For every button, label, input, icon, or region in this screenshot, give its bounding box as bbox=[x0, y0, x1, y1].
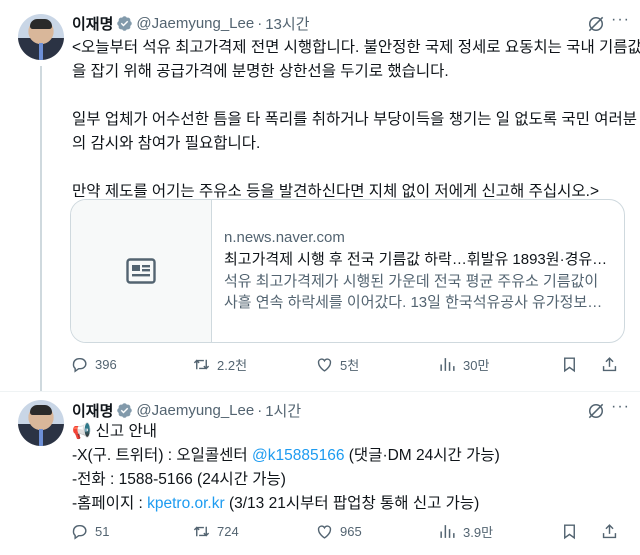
view-count: 3.9만 bbox=[463, 524, 494, 540]
more-options-icon[interactable]: ··· bbox=[611, 11, 630, 29]
text-line: -X(구. 트위터) : 오일콜센터 @k15885166 (댓글·DM 24시… bbox=[72, 444, 628, 468]
card-description-line: 석유 최고가격제가 시행된 가운데 전국 평균 주유소 기름값이 bbox=[224, 273, 599, 290]
x-contact-label: -X(구. 트위터) : 오일콜센터 bbox=[72, 447, 253, 464]
more-options-icon[interactable]: ··· bbox=[611, 398, 630, 416]
mention-link[interactable]: @k15885166 bbox=[252, 447, 344, 464]
views-icon bbox=[440, 357, 455, 371]
avatar[interactable] bbox=[18, 14, 64, 60]
bookmark-icon bbox=[564, 356, 575, 372]
user-handle[interactable]: @Jaemyung_Lee bbox=[136, 402, 254, 419]
tweet-text: 📢 신고 안내 -X(구. 트위터) : 오일콜센터 @k15885166 (댓… bbox=[72, 420, 628, 516]
website-link[interactable]: kpetro.or.kr bbox=[147, 495, 225, 512]
like-count: 5천 bbox=[340, 357, 360, 373]
bookmark-button[interactable] bbox=[560, 519, 579, 543]
repost-count: 724 bbox=[217, 523, 239, 539]
card-title: 최고가격제 시행 후 전국 기름값 하락…휘발유 1893원·경유 … bbox=[224, 251, 609, 268]
repost-icon bbox=[193, 359, 210, 369]
display-name[interactable]: 이재명 bbox=[72, 400, 113, 421]
reply-button[interactable]: 396 bbox=[70, 352, 117, 376]
share-icon bbox=[602, 523, 617, 538]
tweet-header: 이재명 @Jaemyung_Lee · 13시간 bbox=[72, 13, 310, 33]
tweet-2[interactable]: 이재명 @Jaemyung_Lee · 1시간 ··· 📢 신고 안내 -X(구… bbox=[0, 392, 640, 555]
separator-dot: · bbox=[257, 401, 263, 419]
timestamp[interactable]: 13시간 bbox=[265, 13, 309, 34]
link-preview-card[interactable]: n.news.naver.com 최고가격제 시행 후 전국 기름값 하락…휘발… bbox=[70, 199, 625, 343]
card-thumbnail bbox=[71, 200, 212, 342]
bookmark-icon bbox=[564, 523, 575, 539]
tweet-header: 이재명 @Jaemyung_Lee · 1시간 bbox=[72, 400, 301, 420]
like-count: 965 bbox=[340, 523, 362, 539]
text-line: 일부 업체가 어수선한 틈을 타 폭리를 취하거나 부당이득을 챙기는 일 없도… bbox=[72, 111, 638, 128]
view-count: 30만 bbox=[463, 357, 490, 373]
verified-badge-icon bbox=[117, 15, 133, 31]
text-line: -전화 : 1588-5166 (24시간 가능) bbox=[72, 471, 286, 488]
web-note: (3/13 21시부터 팝업창 통해 신고 가능) bbox=[224, 495, 480, 512]
avatar[interactable] bbox=[18, 400, 64, 446]
text-line: -홈페이지 : kpetro.or.kr (3/13 21시부터 팝업창 통해 … bbox=[72, 492, 628, 516]
repost-icon bbox=[193, 526, 210, 536]
article-icon bbox=[126, 258, 156, 284]
share-button[interactable] bbox=[600, 519, 619, 543]
share-button[interactable] bbox=[600, 352, 619, 376]
heart-icon bbox=[317, 357, 332, 372]
text-line: 📢 신고 안내 bbox=[72, 420, 628, 444]
reply-icon bbox=[72, 524, 87, 540]
share-icon bbox=[602, 356, 617, 371]
user-handle[interactable]: @Jaemyung_Lee bbox=[136, 15, 254, 32]
card-description-line: 사흘 연속 하락세를 이어갔다. 13일 한국석유공사 유가정보… bbox=[224, 294, 603, 311]
verified-badge-icon bbox=[117, 402, 133, 418]
views-button[interactable]: 3.9만 bbox=[438, 519, 493, 543]
reply-count: 51 bbox=[95, 523, 110, 539]
timestamp[interactable]: 1시간 bbox=[265, 400, 301, 421]
text-line: <오늘부터 석유 최고가격제 전면 시행합니다. 불안정한 국제 정세로 요동치… bbox=[72, 39, 640, 56]
web-label: -홈페이지 : bbox=[72, 495, 148, 512]
like-button[interactable]: 965 bbox=[315, 519, 362, 543]
megaphone-emoji: 📢 bbox=[72, 423, 92, 440]
reply-button[interactable]: 51 bbox=[70, 519, 109, 543]
x-contact-note: (댓글·DM 24시간 가능) bbox=[344, 447, 500, 464]
heart-icon bbox=[317, 524, 332, 539]
notice-title: 신고 안내 bbox=[95, 423, 157, 440]
grok-icon[interactable] bbox=[586, 14, 606, 34]
like-button[interactable]: 5천 bbox=[315, 352, 359, 376]
bookmark-button[interactable] bbox=[560, 352, 579, 376]
text-line: 을 잡기 위해 공급가격에 분명한 상한선을 두기로 했습니다. bbox=[72, 63, 449, 80]
reply-count: 396 bbox=[95, 356, 117, 372]
text-line: 의 감시와 참여가 필요합니다. bbox=[72, 135, 261, 152]
separator-dot: · bbox=[257, 14, 263, 32]
card-domain: n.news.naver.com bbox=[224, 229, 345, 246]
repost-button[interactable]: 724 bbox=[192, 519, 239, 543]
views-icon bbox=[440, 524, 455, 538]
repost-count: 2.2천 bbox=[217, 357, 248, 373]
views-button[interactable]: 30만 bbox=[438, 352, 489, 376]
action-bar: 396 2.2천 5천 30만 bbox=[70, 352, 630, 376]
grok-icon[interactable] bbox=[586, 401, 606, 421]
tweet-1[interactable]: 이재명 @Jaemyung_Lee · 13시간 ··· <오늘부터 석유 최고… bbox=[0, 0, 640, 392]
reply-icon bbox=[72, 357, 87, 373]
action-bar: 51 724 965 3.9만 bbox=[70, 519, 630, 543]
display-name[interactable]: 이재명 bbox=[72, 13, 113, 34]
repost-button[interactable]: 2.2천 bbox=[192, 352, 247, 376]
thread-connector-line bbox=[40, 66, 42, 392]
